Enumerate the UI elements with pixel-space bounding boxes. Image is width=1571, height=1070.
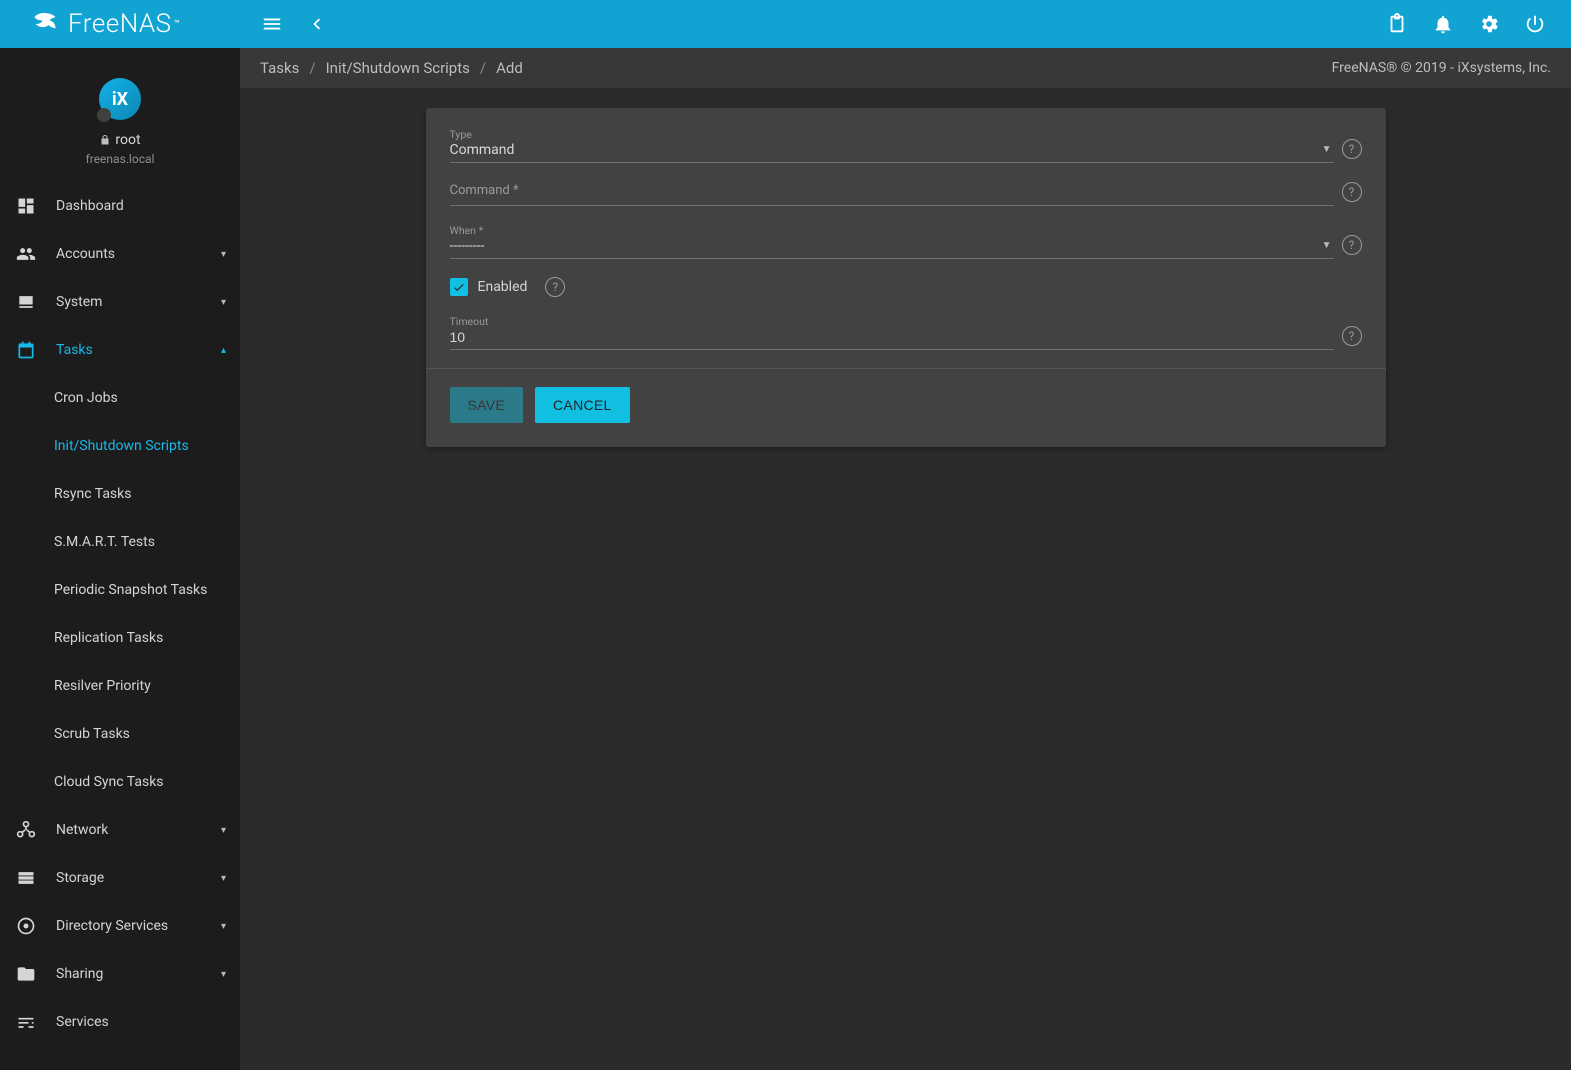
brand-text: FreeNAS <box>68 9 172 39</box>
topbar-left-actions <box>240 6 334 42</box>
help-icon[interactable]: ? <box>1342 182 1362 202</box>
gear-icon <box>1478 13 1500 35</box>
save-button[interactable]: Save <box>450 387 524 423</box>
chevron-down-icon: ▾ <box>221 969 226 980</box>
enabled-label: Enabled <box>478 279 528 295</box>
services-icon <box>14 1012 38 1032</box>
crumb-tasks[interactable]: Tasks <box>260 59 299 77</box>
brand-shark-icon <box>30 10 60 38</box>
sidebar-item-system[interactable]: System ▾ <box>0 278 240 326</box>
field-timeout: Timeout ? <box>450 315 1362 350</box>
help-icon[interactable]: ? <box>1342 326 1362 346</box>
chevron-up-icon: ▴ <box>221 345 226 356</box>
hamburger-icon <box>261 13 283 35</box>
help-icon[interactable]: ? <box>1342 235 1362 255</box>
sidebar-item-directory-services[interactable]: Directory Services ▾ <box>0 902 240 950</box>
nav-sub-init-shutdown[interactable]: Init/Shutdown Scripts <box>0 422 240 470</box>
chevron-left-icon <box>305 13 327 35</box>
clipboard-icon <box>1386 13 1408 35</box>
crumb-add[interactable]: Add <box>496 59 523 77</box>
field-label: When * <box>450 224 484 237</box>
power-icon <box>1524 13 1546 35</box>
back-button[interactable] <box>298 6 334 42</box>
nav-sub-cloudsync[interactable]: Cloud Sync Tasks <box>0 758 240 806</box>
sidebar-item-label: Directory Services <box>56 918 168 934</box>
type-select[interactable]: Command <box>450 128 1334 163</box>
sidebar-item-services[interactable]: Services <box>0 998 240 1046</box>
chevron-down-icon: ▾ <box>221 297 226 308</box>
dashboard-icon <box>14 196 38 216</box>
enabled-checkbox[interactable] <box>450 278 468 296</box>
crumb-init-shutdown[interactable]: Init/Shutdown Scripts <box>326 59 470 77</box>
dirsvc-icon <box>14 916 38 936</box>
chevron-down-icon: ▾ <box>221 921 226 932</box>
field-command: Command * ? <box>450 181 1362 206</box>
topbar: FreeNAS™ <box>0 0 1571 48</box>
storage-icon <box>14 868 38 888</box>
sidebar-item-label: Accounts <box>56 246 115 262</box>
chevron-down-icon: ▾ <box>221 249 226 260</box>
topbar-right-actions <box>1379 6 1571 42</box>
sidebar-item-sharing[interactable]: Sharing ▾ <box>0 950 240 998</box>
form-card: Type Command ▼ ? Command * ? When * ----… <box>426 108 1386 447</box>
nav-sub-rsync[interactable]: Rsync Tasks <box>0 470 240 518</box>
nav-sub-cron-jobs[interactable]: Cron Jobs <box>0 374 240 422</box>
sidebar: iX root freenas.local Dashboard Accounts… <box>0 48 240 1070</box>
field-label: Command * <box>450 183 519 198</box>
avatar: iX <box>99 78 141 120</box>
copyright: FreeNAS® © 2019 - iXsystems, Inc. <box>1332 60 1551 76</box>
help-icon[interactable]: ? <box>1342 139 1362 159</box>
nav-sub-snapshot[interactable]: Periodic Snapshot Tasks <box>0 566 240 614</box>
sidebar-item-label: Tasks <box>56 342 93 358</box>
menu-toggle-button[interactable] <box>254 6 290 42</box>
sidebar-item-label: Services <box>56 1014 109 1030</box>
chevron-down-icon: ▾ <box>221 873 226 884</box>
sidebar-item-storage[interactable]: Storage ▾ <box>0 854 240 902</box>
brand-logo: FreeNAS™ <box>0 0 240 48</box>
field-label: Type <box>450 128 472 141</box>
alerts-button[interactable] <box>1425 6 1461 42</box>
accounts-icon <box>14 244 38 264</box>
power-button[interactable] <box>1517 6 1553 42</box>
sharing-icon <box>14 964 38 984</box>
main-content: Tasks / Init/Shutdown Scripts / Add Free… <box>240 48 1571 1070</box>
nav-sub-replication[interactable]: Replication Tasks <box>0 614 240 662</box>
tasks-icon <box>14 340 38 360</box>
chevron-down-icon: ▾ <box>221 825 226 836</box>
sidebar-item-label: Network <box>56 822 108 838</box>
form-actions: Save Cancel <box>426 368 1386 423</box>
bell-icon <box>1432 13 1454 35</box>
sidebar-item-dashboard[interactable]: Dashboard <box>0 182 240 230</box>
command-input[interactable] <box>450 181 1334 206</box>
timeout-input[interactable] <box>450 315 1334 350</box>
field-type: Type Command ▼ ? <box>450 128 1362 163</box>
nav-sub-scrub[interactable]: Scrub Tasks <box>0 710 240 758</box>
sidebar-item-label: System <box>56 294 102 310</box>
sidebar-item-label: Dashboard <box>56 198 124 214</box>
sidebar-item-label: Sharing <box>56 966 103 982</box>
sidebar-hostname: freenas.local <box>86 152 155 166</box>
tasks-button[interactable] <box>1379 6 1415 42</box>
system-icon <box>14 292 38 312</box>
network-icon <box>14 820 38 840</box>
sidebar-username: root <box>99 132 140 148</box>
settings-button[interactable] <box>1471 6 1507 42</box>
sidebar-item-accounts[interactable]: Accounts ▾ <box>0 230 240 278</box>
field-label: Timeout <box>450 315 489 328</box>
sidebar-item-label: Storage <box>56 870 104 886</box>
sidebar-item-tasks[interactable]: Tasks ▴ <box>0 326 240 374</box>
nav-sub-resilver[interactable]: Resilver Priority <box>0 662 240 710</box>
cancel-button[interactable]: Cancel <box>535 387 630 423</box>
when-select[interactable]: --------- <box>450 224 1334 259</box>
check-icon <box>452 280 466 294</box>
field-enabled: Enabled ? <box>450 277 1362 297</box>
sidebar-profile: iX root freenas.local <box>0 48 240 182</box>
help-icon[interactable]: ? <box>545 277 565 297</box>
nav-sub-smart[interactable]: S.M.A.R.T. Tests <box>0 518 240 566</box>
lock-icon <box>99 134 111 146</box>
breadcrumb: Tasks / Init/Shutdown Scripts / Add Free… <box>240 48 1571 88</box>
field-when: When * --------- ▼ ? <box>450 224 1362 259</box>
sidebar-item-network[interactable]: Network ▾ <box>0 806 240 854</box>
